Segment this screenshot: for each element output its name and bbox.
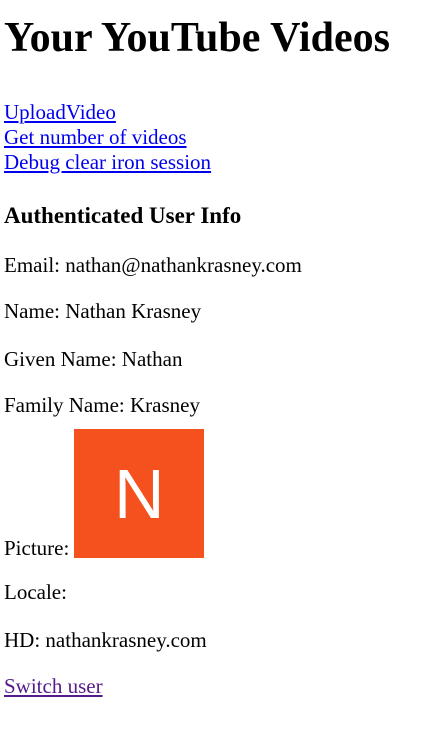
picture-row: Picture: N: [4, 429, 419, 560]
avatar-letter: N: [114, 454, 165, 533]
family-name-row: Family Name: Krasney: [4, 393, 419, 418]
user-info-heading: Authenticated User Info: [4, 203, 242, 228]
hd-row: HD: nathankrasney.com: [4, 628, 419, 653]
hd-value: nathankrasney.com: [45, 628, 207, 652]
given-name-row: Given Name: Nathan: [4, 347, 419, 372]
get-number-of-videos-link[interactable]: Get number of videos: [4, 125, 419, 150]
family-name-value: Krasney: [129, 393, 200, 417]
avatar: N: [74, 429, 205, 558]
name-value: Nathan Krasney: [65, 299, 202, 323]
locale-label: Locale:: [4, 580, 67, 604]
nav-links: UploadVideo Get number of videos Debug c…: [4, 100, 419, 175]
hd-label: HD:: [4, 628, 41, 652]
name-label: Name:: [4, 299, 60, 323]
email-row: Email: nathan@nathankrasney.com: [4, 253, 419, 278]
email-value: nathan@nathankrasney.com: [65, 253, 302, 277]
upload-video-link[interactable]: UploadVideo: [4, 100, 419, 125]
family-name-label: Family Name:: [4, 393, 125, 417]
email-label: Email:: [4, 253, 60, 277]
given-name-value: Nathan: [121, 347, 183, 371]
page: Your YouTube Videos UploadVideo Get numb…: [0, 12, 423, 699]
locale-row: Locale:: [4, 580, 419, 605]
given-name-label: Given Name:: [4, 347, 117, 371]
name-row: Name: Nathan Krasney: [4, 299, 419, 324]
page-title: Your YouTube Videos: [4, 15, 390, 61]
picture-label: Picture:: [4, 536, 70, 560]
debug-clear-iron-session-link[interactable]: Debug clear iron session: [4, 150, 419, 175]
switch-user-link[interactable]: Switch user: [4, 674, 103, 699]
